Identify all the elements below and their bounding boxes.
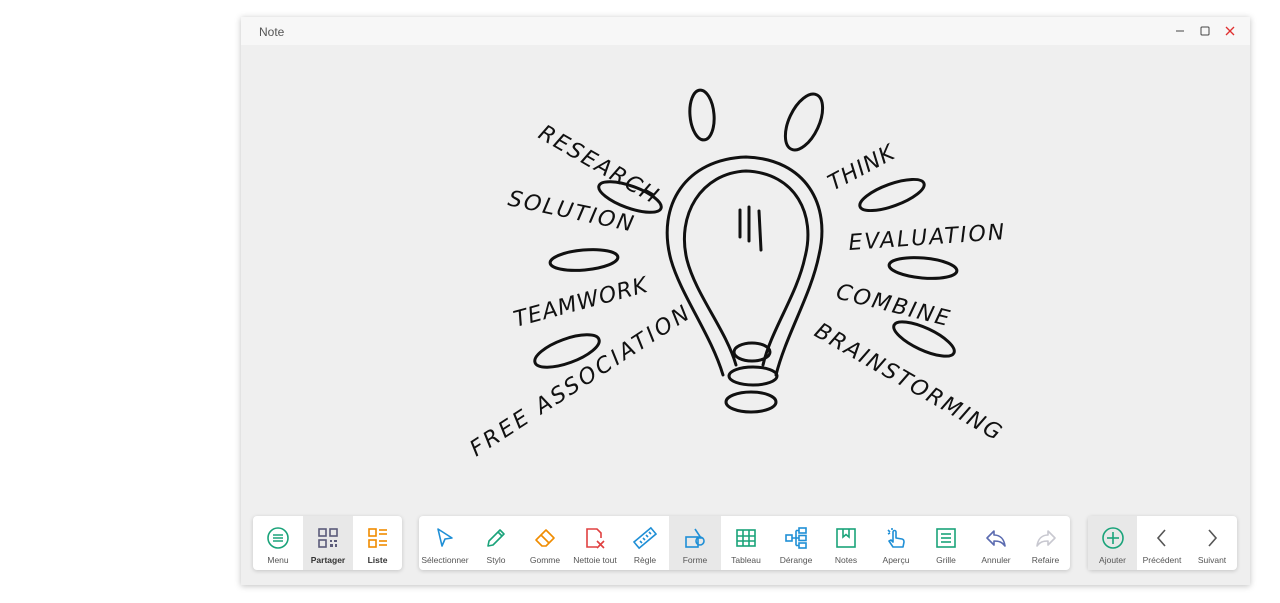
select-cursor-icon: [437, 528, 453, 547]
mindmap-icon: [785, 527, 807, 549]
shape-button[interactable]: Forme: [669, 516, 721, 570]
grid-label: Grille: [936, 555, 956, 565]
mindmap-label: Dérange: [779, 555, 813, 565]
maximize-icon: [1200, 26, 1210, 36]
grid-button[interactable]: Grille: [921, 516, 971, 570]
share-button[interactable]: Partager: [303, 516, 353, 570]
previous-page-label: Précédent: [1142, 555, 1182, 565]
clear-all-icon: [586, 528, 605, 549]
ruler-icon: [633, 526, 657, 550]
shape-label: Forme: [682, 555, 708, 565]
pen-button[interactable]: Stylo: [471, 516, 521, 570]
touch-preview-icon: [887, 528, 905, 548]
list-icon: [367, 528, 387, 548]
table-label: Tableau: [731, 555, 761, 565]
notes-button[interactable]: Notes: [821, 516, 871, 570]
left-toolbar: Menu Partager Liste: [253, 516, 402, 570]
grid-icon: [936, 528, 956, 548]
eraser-button[interactable]: Gomme: [521, 516, 569, 570]
notes-icon: [836, 528, 856, 548]
menu-button[interactable]: Menu: [253, 516, 303, 570]
maximize-button[interactable]: [1197, 23, 1213, 39]
preview-label: Aperçu: [882, 555, 910, 565]
close-button[interactable]: [1222, 23, 1238, 39]
chevron-right-icon: [1208, 529, 1218, 547]
word-solution: SOLUTION: [506, 186, 638, 237]
chevron-left-icon: [1156, 529, 1166, 547]
previous-page-button[interactable]: Précédent: [1137, 516, 1187, 570]
pen-icon: [487, 529, 505, 547]
mindmap-button[interactable]: Dérange: [771, 516, 821, 570]
word-think: THINK: [824, 140, 900, 196]
main-toolbar: Sélectionner Stylo Gomme Nettoie tout Rè…: [419, 516, 1070, 570]
list-button[interactable]: Liste: [353, 516, 402, 570]
select-label: Sélectionner: [421, 555, 469, 565]
notes-label: Notes: [834, 555, 858, 565]
page-toolbar: Ajouter Précédent Suivant: [1088, 516, 1237, 570]
undo-icon: [986, 530, 1006, 547]
minimize-button[interactable]: [1172, 23, 1188, 39]
add-page-icon: [1101, 527, 1124, 549]
minimize-icon: [1176, 30, 1184, 32]
ruler-button[interactable]: Règle: [621, 516, 669, 570]
select-button[interactable]: Sélectionner: [419, 516, 471, 570]
shape-icon: [685, 528, 705, 548]
redo-label: Refaire: [1031, 555, 1060, 565]
word-teamwork: TEAMWORK: [511, 273, 651, 333]
ruler-label: Règle: [633, 555, 657, 565]
table-button[interactable]: Tableau: [721, 516, 771, 570]
menu-label: Menu: [267, 555, 289, 565]
table-icon: [736, 529, 756, 547]
eraser-icon: [535, 529, 555, 547]
close-icon: [1225, 26, 1235, 36]
qr-share-icon: [318, 528, 338, 548]
word-evaluation: EVALUATION: [848, 220, 1007, 256]
add-page-button[interactable]: Ajouter: [1088, 516, 1137, 570]
title-bar: Note: [241, 17, 1250, 45]
pen-label: Stylo: [486, 555, 506, 565]
preview-button[interactable]: Aperçu: [871, 516, 921, 570]
undo-button[interactable]: Annuler: [971, 516, 1021, 570]
redo-button[interactable]: Refaire: [1021, 516, 1070, 570]
next-page-label: Suivant: [1197, 555, 1227, 565]
add-page-label: Ajouter: [1099, 555, 1126, 565]
clear-all-label: Nettoie tout: [573, 555, 617, 565]
undo-label: Annuler: [981, 555, 1011, 565]
eraser-label: Gomme: [529, 555, 561, 565]
menu-icon: [267, 527, 289, 549]
window-title: Note: [259, 25, 285, 39]
next-page-button[interactable]: Suivant: [1187, 516, 1237, 570]
word-free-association: FREE ASSOCIATION: [466, 300, 697, 462]
redo-icon: [1035, 530, 1056, 547]
list-label: Liste: [367, 555, 388, 565]
clear-all-button[interactable]: Nettoie tout: [569, 516, 621, 570]
whiteboard-canvas[interactable]: RESEARCH SOLUTION TEAMWORK FREE ASSOCIAT…: [241, 45, 1250, 515]
word-brainstorming: BRAINSTORMING: [810, 319, 1007, 447]
lightbulb-drawing: RESEARCH SOLUTION TEAMWORK FREE ASSOCIAT…: [466, 88, 1007, 462]
note-window: Note RESEARCH SOLUTION TEAMWORK FREE ASS…: [241, 17, 1250, 585]
share-label: Partager: [310, 555, 346, 565]
